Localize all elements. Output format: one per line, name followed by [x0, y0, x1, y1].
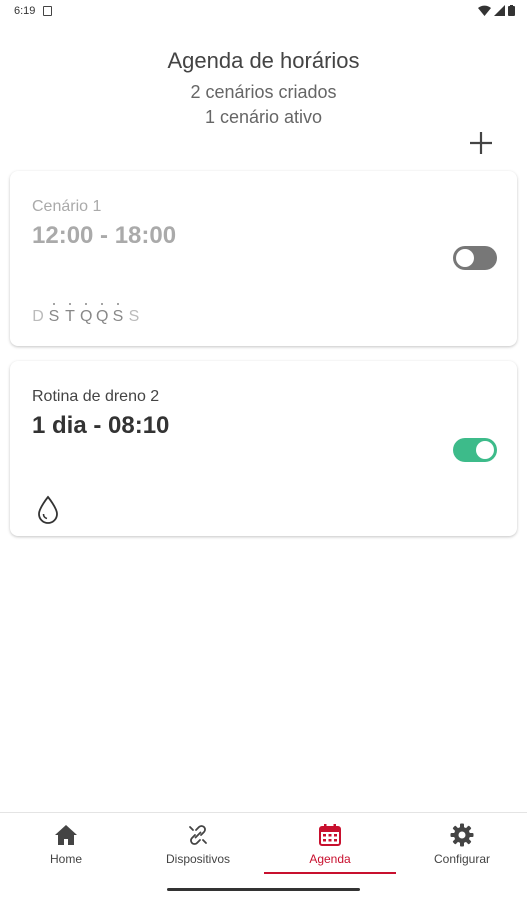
nav-configurar-label: Configurar	[433, 852, 491, 866]
day-tuesday: T	[65, 303, 75, 325]
active-tab-indicator	[264, 872, 396, 874]
scenario-card[interactable]: Rotina de dreno 2 1 dia - 08:10	[10, 361, 517, 536]
scenario-name: Rotina de dreno 2	[32, 388, 160, 405]
signal-icon	[494, 5, 505, 16]
nav-agenda[interactable]: Agenda	[264, 813, 396, 873]
home-icon	[55, 825, 77, 845]
day-thursday: Q	[96, 303, 109, 325]
weekdays: D S T Q Q S S	[32, 303, 140, 326]
scenario-time: 12:00 - 18:00	[32, 222, 177, 249]
nav-dispositivos-label: Dispositivos	[165, 852, 231, 866]
scenario-toggle[interactable]	[453, 438, 497, 462]
page-title: Agenda de horários	[167, 48, 360, 73]
plus-icon	[470, 132, 492, 154]
status-time: 6:19	[14, 5, 36, 17]
toggle-knob	[476, 441, 494, 459]
scenarios-active-count: 1 cenário ativo	[204, 107, 323, 127]
toggle-knob	[456, 249, 474, 267]
day-wednesday: Q	[80, 303, 93, 325]
status-icons	[478, 5, 515, 16]
day-saturday: S	[128, 308, 140, 325]
day-sunday: D	[32, 308, 44, 325]
bottom-navigation: Home Dispositivos Agenda Configurar	[0, 812, 527, 901]
nav-home[interactable]: Home	[0, 813, 132, 873]
nav-configurar[interactable]: Configurar	[396, 813, 527, 873]
gear-icon	[450, 823, 474, 847]
scenario-card[interactable]: Cenário 1 12:00 - 18:00 D S T Q Q S S	[10, 171, 517, 346]
status-bar: 6:19	[0, 0, 527, 24]
nav-home-label: Home	[49, 852, 82, 866]
wifi-icon	[478, 5, 491, 16]
nav-agenda-label: Agenda	[309, 852, 351, 866]
add-scenario-button[interactable]	[466, 128, 496, 158]
battery-icon	[508, 5, 515, 16]
scenario-time: 1 dia - 08:10	[32, 412, 170, 439]
scenario-name: Cenário 1	[32, 198, 102, 215]
gesture-home-bar[interactable]	[167, 888, 360, 891]
calendar-icon	[319, 824, 341, 846]
nav-dispositivos[interactable]: Dispositivos	[132, 813, 264, 873]
day-friday: S	[112, 303, 124, 325]
sim-icon	[43, 6, 52, 16]
day-monday: S	[48, 303, 60, 325]
link-off-icon	[189, 825, 207, 845]
scenarios-created-count: 2 cenários criados	[190, 82, 337, 102]
water-drop-icon	[38, 495, 58, 524]
scenario-toggle[interactable]	[453, 246, 497, 270]
